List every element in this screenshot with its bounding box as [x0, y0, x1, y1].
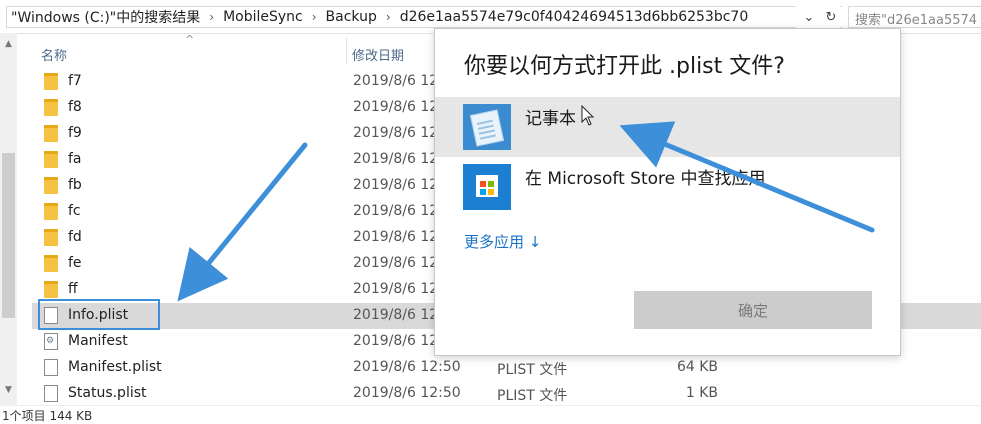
file-name: fa	[68, 151, 82, 167]
status-bar: 1个项目 144 KB	[0, 405, 981, 423]
scrollbar-thumb[interactable]	[2, 153, 15, 318]
scroll-up-icon[interactable]: ▲	[0, 39, 17, 49]
breadcrumb-separator-icon[interactable]: ›	[202, 10, 221, 24]
dialog-title: 你要以何方式打开此 .plist 文件?	[464, 54, 785, 79]
sort-ascending-icon: ^	[185, 33, 195, 46]
file-date: 2019/8/6 12	[353, 125, 439, 141]
notepad-icon	[463, 104, 511, 150]
status-text: 1个项目 144 KB	[2, 409, 93, 423]
file-date: 2019/8/6 12	[353, 73, 439, 89]
folder-icon	[44, 281, 58, 298]
file-name: fd	[68, 229, 82, 245]
file-name: Manifest.plist	[68, 359, 162, 375]
file-date: 2019/8/6 12	[353, 203, 439, 219]
file-date: 2019/8/6 12	[353, 177, 439, 193]
refresh-icon[interactable]: ↻	[822, 10, 840, 25]
breadcrumb-backup-folder[interactable]: d26e1aa5574e79c0f40424694513d6bb6253bc70	[398, 9, 751, 25]
file-type: PLIST 文件	[497, 388, 568, 404]
file-date: 2019/8/6 12	[353, 151, 439, 167]
folder-icon	[44, 125, 58, 142]
table-row[interactable]: Manifest.plist 2019/8/6 12:50 PLIST 文件 64 K…	[32, 355, 981, 381]
more-apps-link[interactable]: 更多应用 ↓	[464, 231, 541, 252]
breadcrumb-mobilesync[interactable]: MobileSync	[221, 9, 305, 25]
column-divider[interactable]	[346, 37, 347, 65]
file-date: 2019/8/6 12	[353, 307, 439, 323]
file-size: 64 KB	[676, 359, 718, 375]
file-date: 2019/8/6 12	[353, 281, 439, 297]
column-date[interactable]: 修改日期	[352, 45, 404, 64]
search-input[interactable]: 搜索"d26e1aa5574	[848, 6, 981, 28]
app-label: 在 Microsoft Store 中查找应用	[525, 169, 766, 189]
folder-icon	[44, 203, 58, 220]
folder-icon	[44, 229, 58, 246]
file-name: fc	[68, 203, 81, 219]
breadcrumb-backup[interactable]: Backup	[324, 9, 379, 25]
file-name: fe	[68, 255, 82, 271]
file-name: f8	[68, 99, 82, 115]
mouse-cursor-icon	[581, 105, 595, 126]
file-size: 1 KB	[685, 385, 718, 401]
file-name: Status.plist	[68, 385, 147, 401]
folder-icon	[44, 255, 58, 272]
file-name: f7	[68, 73, 82, 89]
selection-highlight-box	[38, 299, 160, 330]
open-with-dialog: 你要以何方式打开此 .plist 文件? 记事本 在 Microsoft Sto…	[434, 28, 901, 356]
file-date: 2019/8/6 12	[353, 255, 439, 271]
file-date: 2019/8/6 12:50	[353, 385, 461, 401]
settings-file-icon	[44, 333, 58, 350]
store-icon	[463, 164, 511, 210]
file-name: Manifest	[68, 333, 128, 349]
breadcrumb[interactable]: "Windows (C:)"中的搜索结果 › MobileSync › Back…	[6, 6, 842, 28]
file-date: 2019/8/6 12:50	[353, 359, 461, 375]
file-type: PLIST 文件	[497, 362, 568, 378]
file-date: 2019/8/6 12	[353, 333, 439, 349]
folder-icon	[44, 151, 58, 168]
file-icon	[44, 359, 58, 376]
app-label: 记事本	[525, 109, 576, 129]
folder-icon	[44, 99, 58, 116]
address-buttons: ⌄ ↻	[796, 6, 840, 28]
file-name: fb	[68, 177, 82, 193]
folder-icon	[44, 177, 58, 194]
file-date: 2019/8/6 12	[353, 229, 439, 245]
file-name: ff	[68, 281, 78, 297]
ok-button[interactable]: 确定	[634, 291, 872, 329]
breadcrumb-separator-icon[interactable]: ›	[379, 10, 398, 24]
file-name: f9	[68, 125, 82, 141]
chevron-down-icon[interactable]: ⌄	[800, 10, 818, 25]
app-option-notepad[interactable]: 记事本	[435, 97, 900, 157]
breadcrumb-search-results[interactable]: "Windows (C:)"中的搜索结果	[9, 7, 202, 27]
column-name[interactable]: 名称	[41, 45, 67, 64]
table-row[interactable]: Status.plist 2019/8/6 12:50 PLIST 文件 1 KB	[32, 381, 981, 407]
vertical-scrollbar[interactable]: ▲ ▼	[0, 33, 17, 405]
folder-icon	[44, 73, 58, 90]
file-icon	[44, 385, 58, 402]
file-date: 2019/8/6 12	[353, 99, 439, 115]
breadcrumb-separator-icon[interactable]: ›	[305, 10, 324, 24]
scroll-down-icon[interactable]: ▼	[0, 385, 17, 395]
app-option-store[interactable]: 在 Microsoft Store 中查找应用	[435, 157, 900, 217]
